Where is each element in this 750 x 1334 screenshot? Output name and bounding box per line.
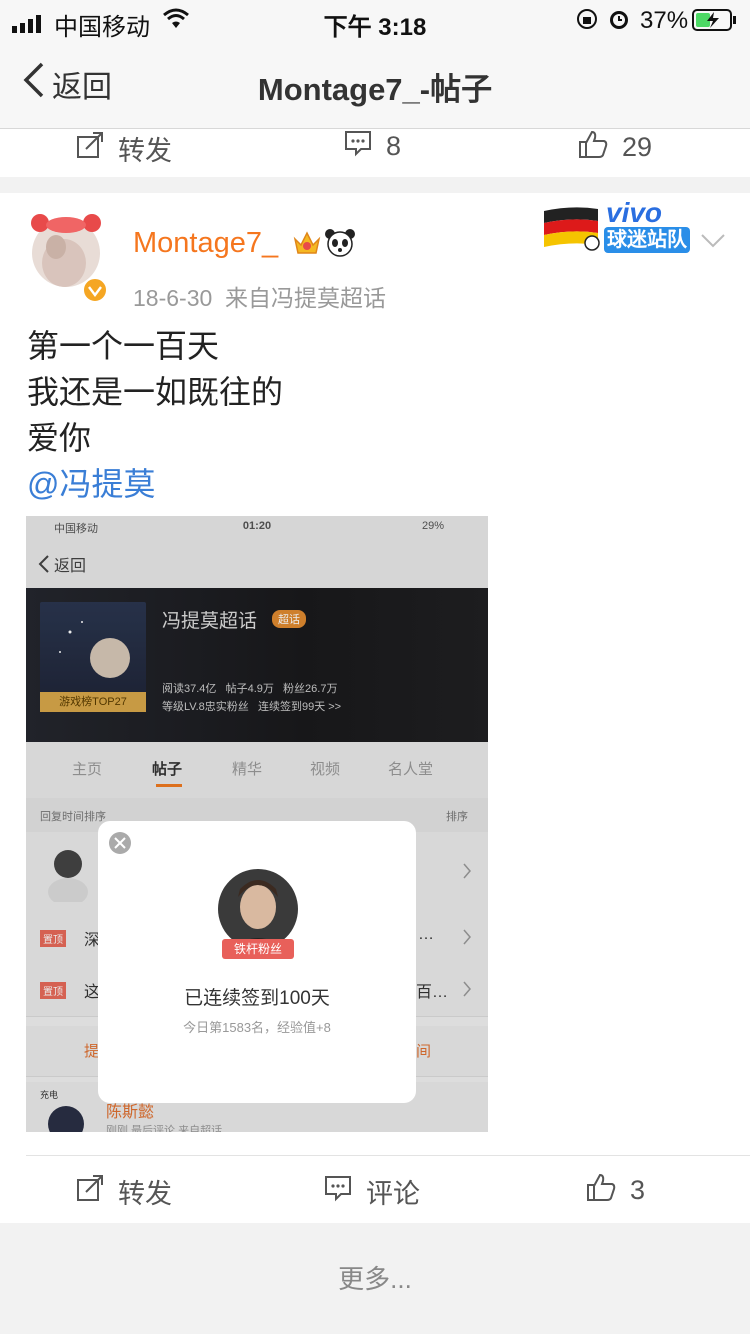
rotation-lock-icon <box>576 8 598 37</box>
previous-post-action-bar: 转发 8 29 <box>0 129 750 177</box>
mention-link[interactable]: @冯提莫 <box>27 459 156 505</box>
comment-count: 8 <box>386 131 402 161</box>
post-line-3: 爱你 <box>27 420 92 456</box>
popup-title: 已连续签到100天 <box>184 988 330 1009</box>
load-more-button[interactable]: 更多... <box>0 1224 750 1334</box>
repost-label: 转发 <box>118 136 172 166</box>
battery-percent: 37% <box>640 7 689 34</box>
badge-brand: vivo <box>606 197 663 228</box>
comment-button[interactable]: 评论 <box>324 1172 420 1211</box>
post-meta: 18-6-30 来自冯提莫超话 <box>133 285 387 311</box>
comment-icon <box>324 1174 366 1209</box>
like-count: 29 <box>622 132 653 162</box>
post-image[interactable]: 中国移动 01:20 29% 返回 游戏榜TOP27 冯提莫超话 超话 阅读37… <box>26 516 488 1132</box>
vip-crown-icon <box>292 229 322 262</box>
battery-icon <box>692 9 738 38</box>
like-button[interactable]: 3 <box>586 1172 645 1209</box>
clock-time: 下午 3:18 <box>323 14 427 41</box>
navigation-bar: 返回 Montage7_-帖子 <box>0 40 750 129</box>
germany-flag-icon <box>542 205 602 256</box>
repost-button[interactable]: 转发 <box>76 1172 172 1211</box>
checkin-popup: 铁杆粉丝 已连续签到100天 今日第1583名，经验值+8 <box>98 821 416 1103</box>
panda-icon <box>324 227 356 262</box>
close-icon <box>108 831 132 860</box>
badge-text: 球迷站队 <box>604 227 690 253</box>
post-line-2: 我还是一如既往的 <box>27 374 284 410</box>
author-name[interactable]: Montage7_ <box>133 227 278 260</box>
verified-badge-icon <box>82 277 108 308</box>
like-button[interactable]: 29 <box>578 129 652 166</box>
repost-label: 转发 <box>118 1179 172 1209</box>
fan-team-badge[interactable]: vivo 球迷站队 <box>540 197 692 257</box>
post-line-1: 第一个一百天 <box>27 328 220 364</box>
page-title: Montage7_-帖子 <box>257 72 493 107</box>
repost-icon <box>76 1174 118 1209</box>
chevron-down-icon[interactable] <box>700 233 726 254</box>
comment-label: 评论 <box>366 1179 420 1209</box>
repost-button[interactable]: 转发 <box>76 129 172 168</box>
comment-button[interactable]: 8 <box>344 129 401 164</box>
repost-icon <box>76 131 118 166</box>
like-count: 3 <box>630 1175 646 1205</box>
comment-icon <box>344 129 386 164</box>
thumbs-up-icon <box>578 129 622 166</box>
popup-ribbon: 铁杆粉丝 <box>222 939 294 959</box>
alarm-icon <box>608 7 630 38</box>
popup-subtitle: 今日第1583名，经验值+8 <box>183 1020 331 1035</box>
thumbs-up-icon <box>586 1172 630 1209</box>
avatar[interactable] <box>26 207 106 287</box>
avatar-image <box>31 214 101 287</box>
post-action-bar: 转发 评论 3 <box>0 1156 750 1222</box>
status-bar: 中国移动 下午 3:18 37% <box>0 0 750 41</box>
